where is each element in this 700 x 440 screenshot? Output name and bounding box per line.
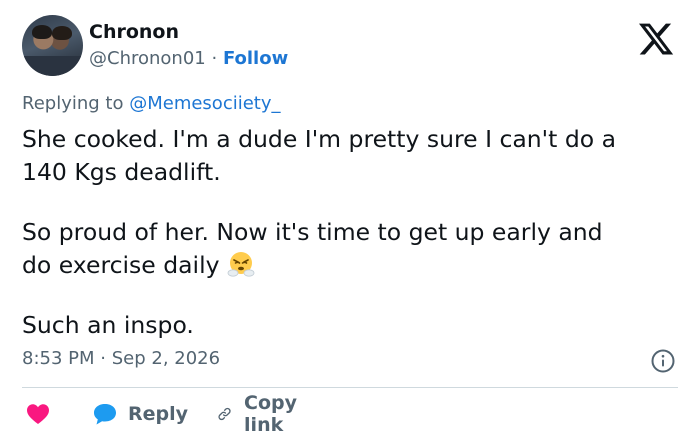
replying-mention[interactable]: @Memesociiety_ — [129, 93, 280, 114]
reply-label: Reply — [128, 403, 189, 425]
tweet-text-span: do exercise daily — [22, 251, 220, 279]
avatar[interactable] — [22, 15, 83, 76]
tweet-time: 8:53 PM — [22, 348, 95, 369]
face-with-steam-from-nose-icon — [226, 249, 256, 279]
reply-button[interactable]: Reply — [92, 398, 188, 430]
tweet-text-line: So proud of her. Now it's time to get up… — [22, 218, 603, 246]
avatar-detail — [32, 25, 52, 39]
copy-link-label: Copy link — [244, 392, 298, 436]
tweet-text-line: Such an inspo. — [22, 311, 194, 339]
timestamp-separator: · — [100, 348, 106, 369]
author-handle-row: @Chronon01 · Follow — [89, 48, 288, 69]
tweet-text-line: 140 Kgs deadlift. — [22, 158, 221, 186]
replying-prefix: Replying to — [22, 93, 124, 114]
tweet-text-line-with-emoji: do exercise daily — [22, 249, 682, 282]
replying-to: Replying to @Memesociiety_ — [22, 93, 281, 114]
info-icon[interactable] — [650, 348, 676, 374]
link-icon — [218, 407, 231, 421]
tweet-date: Sep 2, 2026 — [111, 348, 221, 369]
handle-separator: · — [211, 48, 218, 69]
avatar-detail — [22, 56, 83, 76]
tweet-timestamp[interactable]: 8:53 PM · Sep 2, 2026 — [22, 348, 220, 369]
copy-link-button[interactable]: Copy link — [217, 392, 306, 436]
avatar-detail — [52, 26, 72, 40]
author-name[interactable]: Chronon — [89, 21, 179, 43]
tweet-card: Chronon @Chronon01 · Follow Replying to … — [0, 0, 700, 440]
x-logo-icon[interactable] — [637, 20, 675, 58]
heart-icon[interactable] — [26, 403, 50, 425]
speech-bubble-icon — [94, 404, 116, 425]
author-handle[interactable]: @Chronon01 — [89, 48, 206, 69]
follow-button[interactable]: Follow — [223, 48, 288, 69]
divider — [22, 387, 678, 388]
tweet-text-line: She cooked. I'm a dude I'm pretty sure I… — [22, 125, 616, 153]
